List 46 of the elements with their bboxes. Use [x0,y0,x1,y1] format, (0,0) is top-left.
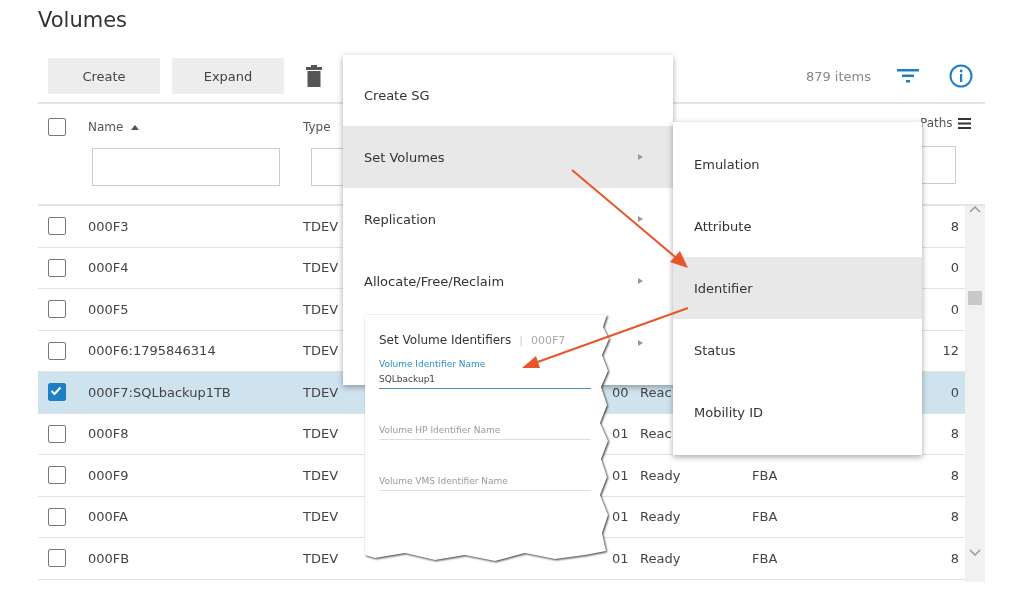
table-cell: TDEV [303,260,339,276]
table-cell: Ready [640,509,681,525]
table-cell-text: 0 [950,301,960,317]
table-cell: 000F5 [88,301,129,317]
table-cell: TDEV [303,467,339,483]
table-cell: TDEV [303,301,339,317]
dialog-title: Set Volume Identifiers [379,333,512,347]
table-cell: Reac [640,384,672,400]
table-cell-text: 8 [950,509,960,525]
volume-id: 000F7 [531,334,566,347]
table-cell: FBA [752,550,778,566]
table-cell: 00 [612,384,629,400]
table-cell: 000F9 [88,467,129,483]
table-cell: 000F3 [88,218,129,234]
table-cell: FBA [752,509,778,525]
table-cell-text: 8 [950,426,960,442]
table-cell: Ready [640,467,681,483]
table-cell: Reac [640,426,672,442]
table-cell: Ready [640,550,681,566]
title-separator: | [519,334,523,347]
table-cell-text: 8 [950,218,960,234]
table-cell: 000F8 [88,426,129,442]
table-cell-text: 8 [950,550,960,566]
table-cell: 01 [612,509,629,525]
table-cell: TDEV [303,384,339,400]
table-cell: TDEV [303,218,339,234]
table-cell: 01 [612,426,629,442]
field-label: Volume Identifier Name [379,359,487,369]
table-cell: TDEV [303,426,339,442]
table-cell: 000FA [88,509,128,525]
item-count: 879 items [805,68,871,84]
table-cell: 000F4 [88,260,129,276]
table-cell: TDEV [303,509,339,525]
table-cell-text: 0 [950,260,960,276]
table-cell-text: 0 [950,384,960,400]
table-cell: TDEV [303,550,339,566]
table-cell: 000F6:1795846314 [88,343,216,359]
table-cell-text: 12 [942,343,960,359]
table-cell: 000F7:SQLbackup1TB [88,384,231,400]
table-cell: FBA [752,467,778,483]
table-cell: 01 [612,550,629,566]
table-cell: TDEV [303,343,339,359]
table-cell: 000FB [88,550,130,566]
table-cell-text: 8 [950,467,960,483]
table-cell: 01 [612,467,629,483]
page-title: Volumes [38,7,129,34]
